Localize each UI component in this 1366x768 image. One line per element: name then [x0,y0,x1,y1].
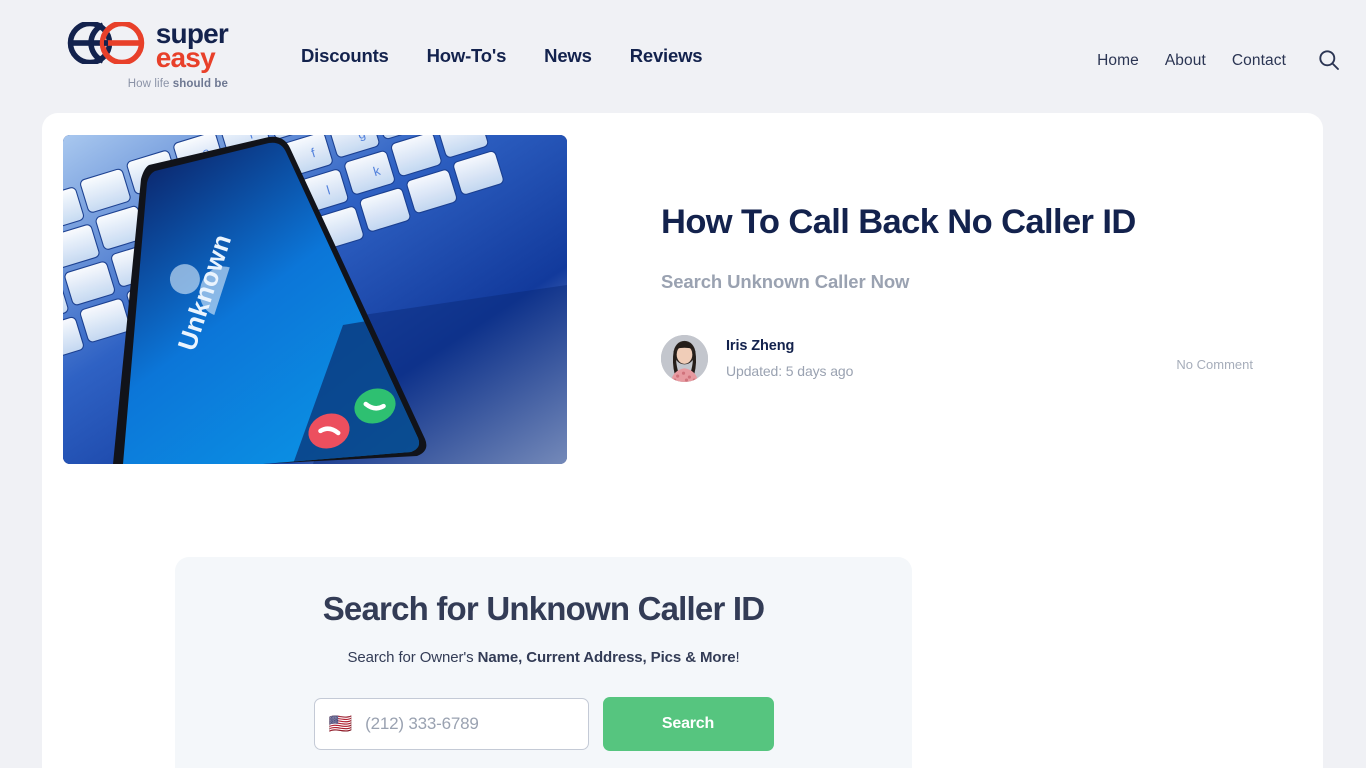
caller-id-search-panel: Search for Unknown Caller ID Search for … [175,557,912,768]
nav-item-about[interactable]: About [1165,52,1206,70]
page-title: How To Call Back No Caller ID [661,203,1136,241]
avatar [661,334,708,382]
content-card: er ty sd fg op lk [42,113,1323,768]
brand-logo[interactable]: super easy How life should be [42,0,229,90]
brand-tagline: How life should be [128,78,228,90]
secondary-navigation: Home About Contact [1097,0,1342,74]
superreasy-ee-logo-icon [67,20,149,69]
search-sub-suffix: ! [735,649,740,666]
byline: Iris Zheng Updated: 5 days ago No Commen… [661,334,1253,382]
search-sub-bold: Name, Current Address, Pics & More [477,649,736,666]
phone-number-input[interactable] [365,714,574,734]
brand-row: super easy [67,20,229,73]
brand-name-easy: easy [155,41,216,73]
nav-item-news[interactable]: News [544,45,592,67]
search-sub-prefix: Search for Owner's [347,649,478,666]
primary-navigation: Discounts How-To's News Reviews [301,0,703,67]
search-toggle-button[interactable] [1316,48,1342,74]
search-panel-subheading: Search for Owner's Name, Current Address… [175,649,912,666]
phone-search-form: 🇺🇸 Search [175,697,912,751]
article-meta: How To Call Back No Caller ID Search Unk… [567,135,1323,464]
site-header: super easy How life should be Discounts … [0,0,1366,113]
article-header: er ty sd fg op lk [42,113,1323,464]
nav-item-contact[interactable]: Contact [1232,52,1286,70]
search-panel-heading: Search for Unknown Caller ID [322,590,765,627]
author-name[interactable]: Iris Zheng [726,338,853,354]
article-hero-image: er ty sd fg op lk [63,135,567,464]
brand-wordmark: super easy [155,20,229,73]
updated-timestamp: Updated: 5 days ago [726,362,854,379]
tagline-light: How life [127,78,173,91]
comment-count[interactable]: No Comment [1176,345,1253,372]
search-icon [1318,49,1340,74]
article-subtitle: Search Unknown Caller Now [661,270,910,292]
nav-item-reviews[interactable]: Reviews [630,45,703,67]
nav-item-home[interactable]: Home [1097,52,1139,70]
byline-text: Iris Zheng Updated: 5 days ago [726,338,853,379]
tagline-bold: should be [172,78,228,91]
nav-item-discounts[interactable]: Discounts [301,45,389,67]
search-button[interactable]: Search [602,697,774,751]
nav-item-how-tos[interactable]: How-To's [427,45,507,67]
us-flag-icon: 🇺🇸 [328,713,353,735]
phone-field-wrapper[interactable]: 🇺🇸 [313,698,589,750]
